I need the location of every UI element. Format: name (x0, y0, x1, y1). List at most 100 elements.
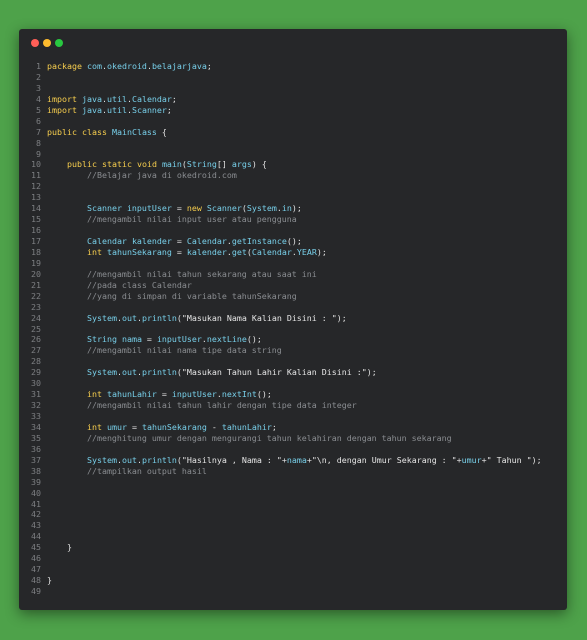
line-number: 6 (36, 115, 41, 126)
code-line[interactable]: 9 (19, 149, 567, 160)
code-line[interactable]: 20 //mengambil nilai tahun sekarang atau… (19, 269, 567, 280)
code-line[interactable]: 40 (19, 488, 567, 499)
code-line[interactable]: 43 (19, 520, 567, 531)
line-number: 41 (31, 498, 41, 509)
line-number: 38 (31, 465, 41, 476)
code-line[interactable]: 21 //pada class Calendar (19, 280, 567, 291)
code-window: 1 package com.okedroid.belajarjava; 2 3 4 imp… (19, 29, 567, 610)
code-line[interactable]: 24 System.out.println("Masukan Nama Kali… (19, 313, 567, 324)
code-line[interactable]: 22 //yang di simpan di variable tahunSek… (19, 291, 567, 302)
line-code: //menghitung umur dengan mengurangi tahu… (47, 432, 452, 443)
code-line[interactable]: 5 import java.util.Scanner; (19, 105, 567, 116)
line-code: System.out.println("Masukan Nama Kalian … (86, 312, 347, 323)
code-line[interactable]: 15 //mengambil nilai input user atau pen… (19, 214, 567, 225)
line-code: } (47, 575, 52, 586)
line-number: 4 (36, 93, 41, 104)
code-line[interactable]: 35 //menghitung umur dengan mengurangi t… (19, 433, 567, 444)
window-titlebar (19, 29, 567, 57)
close-button[interactable] (31, 39, 39, 47)
code-line[interactable]: 44 (19, 531, 567, 542)
line-number: 39 (31, 476, 41, 487)
code-line[interactable]: 48} (19, 575, 567, 586)
minimize-button[interactable] (43, 39, 51, 47)
line-number: 11 (31, 170, 41, 181)
line-number: 15 (31, 214, 41, 225)
code-line[interactable]: 46 (19, 553, 567, 564)
code-line[interactable]: 26 String nama = inputUser.nextLine(); (19, 334, 567, 345)
maximize-button[interactable] (55, 39, 63, 47)
code-line[interactable]: 28 (19, 356, 567, 367)
line-code: //pada class Calendar (47, 279, 192, 290)
code-line[interactable]: 25 (19, 324, 567, 335)
code-line[interactable]: 7 public class MainClass { (19, 127, 567, 138)
code-line[interactable]: 34 int umur = tahunSekarang - tahunLahir… (19, 422, 567, 433)
code-line[interactable]: 8 (19, 138, 567, 149)
code-line[interactable]: 2 (19, 72, 567, 83)
code-line[interactable]: 47 (19, 564, 567, 575)
code-line[interactable]: 33 (19, 411, 567, 422)
line-number: 21 (31, 279, 41, 290)
code-line[interactable]: 10 public static void main(String[] args… (19, 159, 567, 170)
line-code: System.out.println("Masukan Tahun Lahir … (86, 367, 377, 378)
line-code: String nama = inputUser.nextLine(); (86, 334, 262, 345)
code-line[interactable]: 17 Calendar kalender = Calendar.getInsta… (19, 236, 567, 247)
line-number: 2 (36, 71, 41, 82)
line-number: 44 (31, 531, 41, 542)
code-line[interactable]: 49 (19, 586, 567, 597)
code-line[interactable]: 29 System.out.println("Masukan Tahun Lah… (19, 367, 567, 378)
line-number: 16 (31, 225, 41, 236)
code-line[interactable]: 41 (19, 499, 567, 510)
line-number: 22 (31, 290, 41, 301)
line-code: //Belajar java di okedroid.com (47, 170, 237, 181)
code-line[interactable]: 13 (19, 192, 567, 203)
line-code: } (47, 542, 72, 553)
code-editor[interactable]: 1 package com.okedroid.belajarjava; 2 3 4 imp… (19, 61, 567, 597)
line-number: 37 (31, 454, 41, 465)
code-line[interactable]: 45 } (19, 542, 567, 553)
line-code: int umur = tahunSekarang - tahunLahir; (86, 421, 277, 432)
code-line[interactable]: 30 (19, 378, 567, 389)
line-number: 45 (31, 542, 41, 553)
code-line[interactable]: 32 //mengambil nilai tahun lahir dengan … (19, 400, 567, 411)
code-line[interactable]: 3 (19, 83, 567, 94)
code-line[interactable]: 16 (19, 225, 567, 236)
code-line[interactable]: 27 //mengambil nilai nama tipe data stri… (19, 345, 567, 356)
code-line[interactable]: 23 (19, 302, 567, 313)
code-line[interactable]: 19 (19, 258, 567, 269)
code-line[interactable]: 1 package com.okedroid.belajarjava; (19, 61, 567, 72)
line-number: 3 (36, 82, 41, 93)
code-line[interactable]: 31 int tahunLahir = inputUser.nextInt(); (19, 389, 567, 400)
line-number: 48 (31, 575, 41, 586)
code-line[interactable]: 14 Scanner inputUser = new Scanner(Syste… (19, 203, 567, 214)
code-line[interactable]: 36 (19, 444, 567, 455)
line-code: //mengambil nilai tahun sekarang atau sa… (47, 268, 317, 279)
line-number: 7 (36, 126, 41, 137)
line-number: 30 (31, 378, 41, 389)
code-line[interactable]: 42 (19, 509, 567, 520)
line-number: 31 (31, 389, 41, 400)
code-line[interactable]: 11 //Belajar java di okedroid.com (19, 170, 567, 181)
code-line[interactable]: 18 int tahunSekarang = kalender.get(Cale… (19, 247, 567, 258)
code-line[interactable]: 12 (19, 181, 567, 192)
line-code: Scanner inputUser = new Scanner(System.i… (86, 203, 302, 214)
line-number: 12 (31, 181, 41, 192)
code-line[interactable]: 4 import java.util.Calendar; (19, 94, 567, 105)
code-line[interactable]: 6 (19, 116, 567, 127)
line-number: 5 (36, 104, 41, 115)
line-number: 35 (31, 432, 41, 443)
line-number: 26 (31, 334, 41, 345)
code-line[interactable]: 37 System.out.println("Hasilnya , Nama :… (19, 455, 567, 466)
code-line[interactable]: 39 (19, 477, 567, 488)
line-number: 33 (31, 411, 41, 421)
code-line[interactable]: 38 //tampilkan output hasil (19, 466, 567, 477)
